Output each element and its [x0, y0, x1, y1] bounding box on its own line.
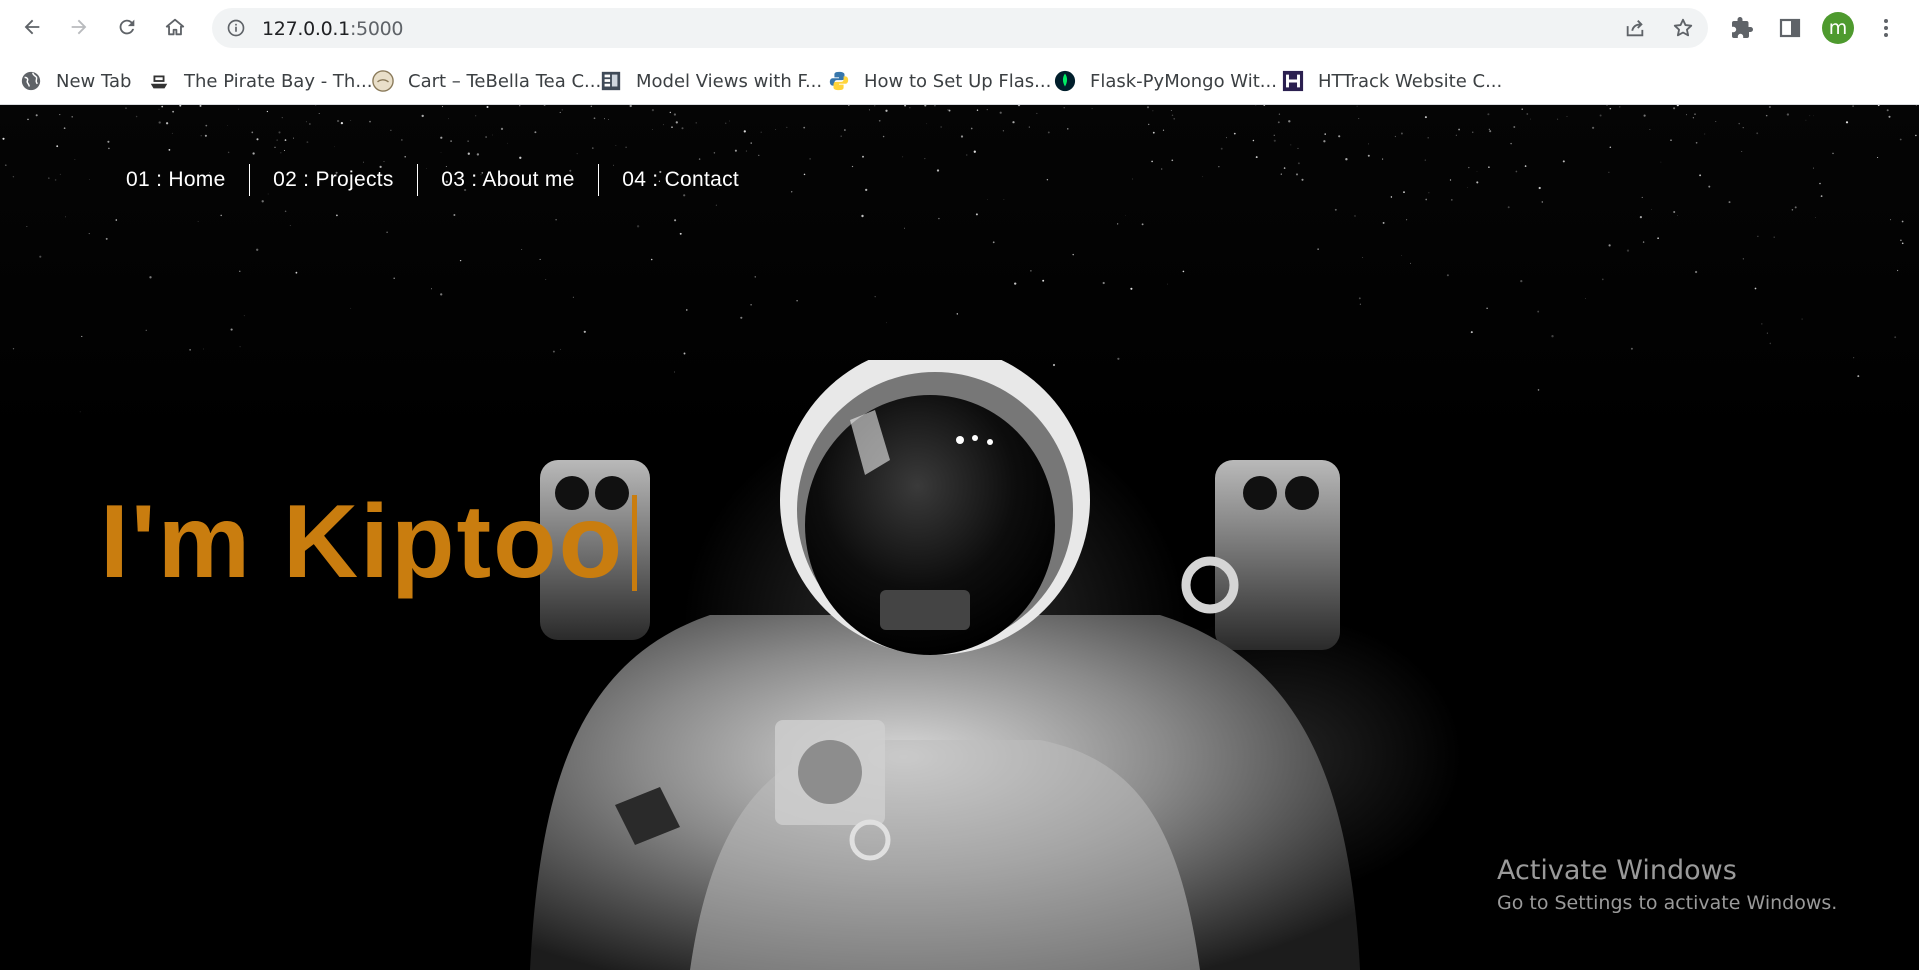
arrow-right-icon	[71, 19, 87, 35]
hero-heading: I'm Kiptoo	[100, 483, 638, 602]
tebella-logo-icon	[372, 70, 394, 92]
bookmark-label: New Tab	[56, 70, 132, 92]
reload-button[interactable]	[112, 12, 142, 42]
url-text[interactable]: 127.0.0.1:5000	[262, 18, 404, 40]
browser-chrome: 127.0.0.1:5000 m New Tab The Pirate Bay …	[0, 0, 1919, 105]
menu-dots-icon[interactable]	[1874, 16, 1898, 40]
profile-avatar[interactable]: m	[1822, 12, 1854, 44]
back-button[interactable]	[17, 12, 47, 42]
nav-link-about-me[interactable]: 03 : About me	[418, 164, 598, 196]
url-port: :5000	[349, 18, 404, 40]
site-nav: 01 : Home 02 : Projects 03 : About me 04…	[126, 163, 762, 197]
arrow-left-icon	[24, 19, 40, 35]
nav-link-home[interactable]: 01 : Home	[126, 164, 249, 196]
pirate-ship-icon	[148, 70, 170, 92]
address-bar[interactable]: 127.0.0.1:5000	[212, 8, 1708, 48]
activate-windows-watermark: Activate Windows Go to Settings to activ…	[1497, 855, 1837, 914]
share-icon[interactable]	[1624, 17, 1646, 39]
bookmark-star-icon[interactable]	[1672, 17, 1694, 39]
globe-icon	[20, 70, 42, 92]
home-icon	[165, 18, 185, 36]
python-logo-icon	[828, 70, 850, 92]
bookmarks-bar: New Tab The Pirate Bay - Th... Cart – Te…	[0, 56, 1919, 104]
bookmark-flask-setup[interactable]: How to Set Up Flas...	[828, 68, 1051, 94]
bookmark-label: HTTrack Website C...	[1318, 70, 1503, 92]
bookmark-pirate-bay[interactable]: The Pirate Bay - Th...	[148, 68, 372, 94]
home-button[interactable]	[160, 12, 190, 42]
document-grid-icon	[600, 70, 622, 92]
nav-link-projects[interactable]: 02 : Projects	[250, 164, 417, 196]
bookmark-label: The Pirate Bay - Th...	[184, 70, 373, 92]
activate-windows-title: Activate Windows	[1497, 855, 1737, 886]
bookmark-label: How to Set Up Flas...	[864, 70, 1052, 92]
activate-windows-subtitle: Go to Settings to activate Windows.	[1497, 892, 1838, 914]
mongodb-leaf-icon	[1054, 70, 1076, 92]
typing-cursor	[632, 494, 638, 591]
side-panel-icon[interactable]	[1778, 16, 1802, 40]
reload-icon	[119, 19, 135, 35]
page-content: 01 : Home 02 : Projects 03 : About me 04…	[0, 105, 1919, 970]
bookmark-httrack[interactable]: HTTrack Website C...	[1282, 68, 1502, 94]
bookmark-label: Cart – TeBella Tea C...	[408, 70, 602, 92]
httrack-logo-icon	[1282, 70, 1304, 92]
bookmark-tebella[interactable]: Cart – TeBella Tea C...	[372, 68, 601, 94]
bookmark-model-views[interactable]: Model Views with F...	[600, 68, 822, 94]
info-icon[interactable]	[226, 18, 246, 38]
bookmark-flask-pymongo[interactable]: Flask-PyMongo Wit...	[1054, 68, 1277, 94]
astronaut-illustration	[530, 360, 1360, 970]
browser-toolbar: 127.0.0.1:5000 m	[0, 0, 1919, 56]
bookmark-label: Model Views with F...	[636, 70, 823, 92]
forward-button[interactable]	[64, 12, 94, 42]
url-host: 127.0.0.1	[262, 18, 350, 40]
hero-text: I'm Kiptoo	[100, 484, 625, 600]
nav-link-contact[interactable]: 04 : Contact	[599, 164, 762, 196]
bookmark-label: Flask-PyMongo Wit...	[1090, 70, 1277, 92]
bookmark-new-tab[interactable]: New Tab	[20, 68, 131, 94]
extensions-puzzle-icon[interactable]	[1730, 16, 1754, 40]
